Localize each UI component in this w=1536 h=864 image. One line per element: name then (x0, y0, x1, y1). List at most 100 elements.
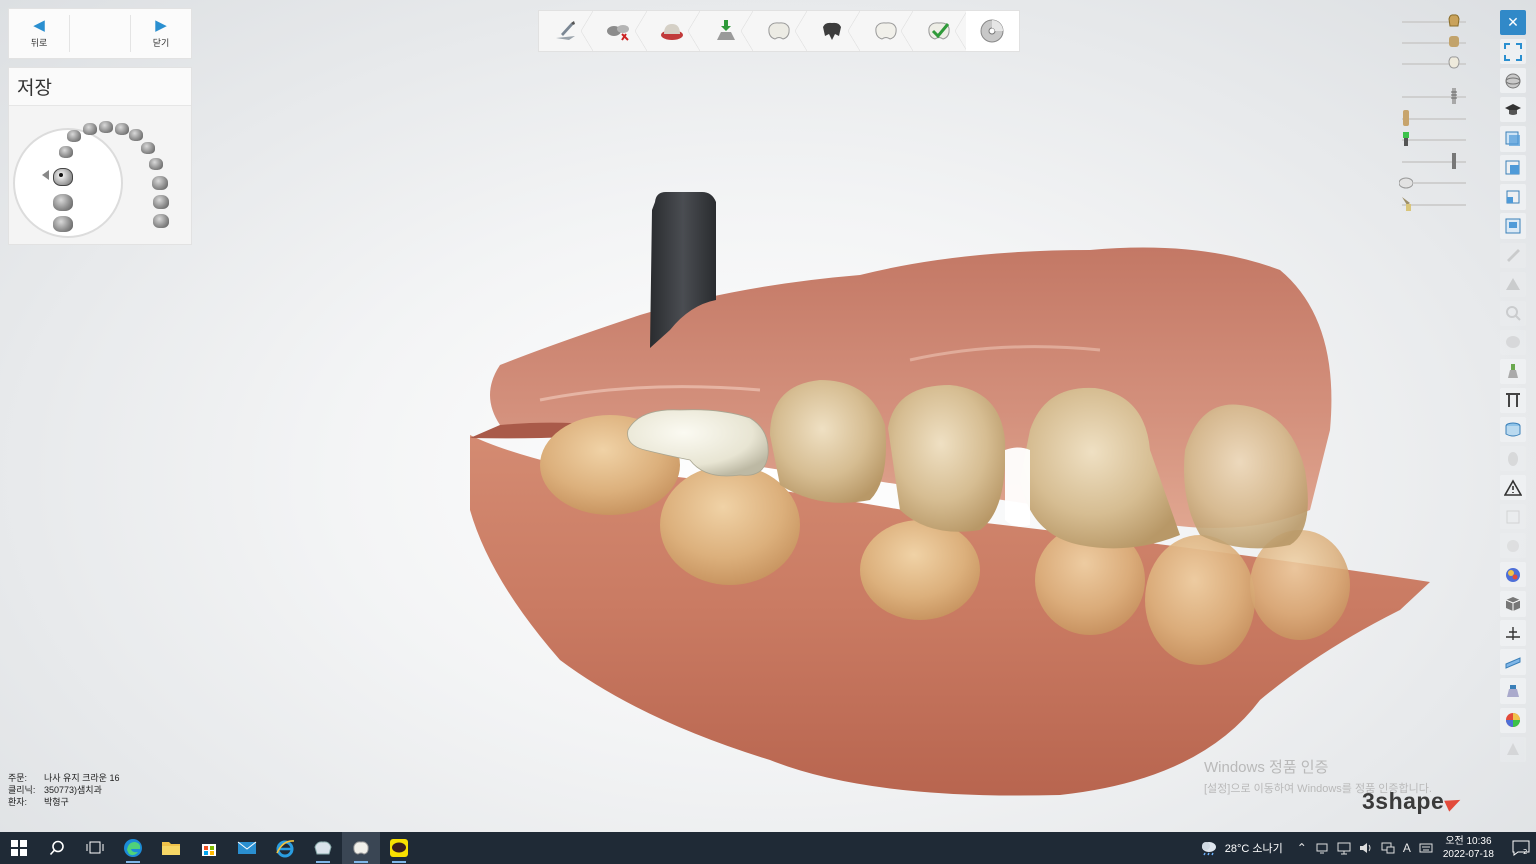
notification-icon: 2 (1512, 840, 1530, 856)
notification-button[interactable]: 2 (1506, 840, 1536, 856)
upper-tooth (888, 385, 1006, 532)
wired-network-icon[interactable] (1381, 841, 1395, 855)
preparation-icon (661, 24, 684, 40)
workflow-step-margin[interactable] (539, 11, 594, 51)
taskbar-store[interactable] (190, 832, 228, 864)
jaw-tooth[interactable] (53, 216, 73, 232)
workflow-step-die[interactable] (592, 11, 647, 51)
chevron-up-icon[interactable]: ⌃ (1297, 841, 1307, 855)
section-button[interactable] (1500, 387, 1526, 414)
tool-faded-8-icon (1507, 743, 1519, 756)
clock[interactable]: 오전 10:36 2022-07-18 (1443, 835, 1494, 861)
tool-faded-2-button[interactable] (1500, 271, 1526, 297)
start-button[interactable] (0, 832, 38, 864)
fullscreen-button[interactable] (1500, 39, 1526, 65)
tool-faded-5-button[interactable] (1500, 445, 1526, 472)
taskbar-3shape-dental-system[interactable] (304, 832, 342, 864)
colour-wheel-button[interactable] (1500, 707, 1526, 733)
workflow-step-check[interactable] (912, 11, 967, 51)
close-icon: ✕ (1507, 14, 1519, 31)
jaw-tooth[interactable] (153, 195, 169, 209)
visibility-slider[interactable] (1398, 56, 1470, 71)
jaw-tooth[interactable] (67, 130, 81, 142)
view-back-button[interactable] (1500, 184, 1526, 210)
taskbar-kakaotalk[interactable] (380, 832, 418, 864)
ruler-button[interactable] (1500, 649, 1526, 675)
keyboard-layout-icon[interactable] (1419, 841, 1433, 855)
scanner-button[interactable] (1500, 678, 1526, 704)
taskbar-3shape-designer[interactable] (342, 832, 380, 864)
abutment-icon (1508, 364, 1518, 379)
view-top-button[interactable] (1500, 213, 1526, 239)
workflow-step-coping[interactable] (806, 11, 861, 51)
ime-indicator[interactable]: A (1403, 841, 1411, 855)
weather-widget[interactable]: 28°C 소나기 (1199, 840, 1283, 856)
taskbar-edge[interactable] (114, 832, 152, 864)
cube-button[interactable] (1500, 591, 1526, 617)
close-button[interactable]: ▶ 닫기 (131, 9, 191, 58)
nav-panel: ◀ 뒤로 ▶ 닫기 (8, 8, 192, 59)
tool-faded-6-button[interactable] (1500, 504, 1526, 530)
tool-faded-3-icon (1506, 306, 1521, 321)
colour-map-icon (1506, 567, 1520, 582)
jaw-tooth[interactable] (129, 129, 143, 141)
taskbar-file-explorer[interactable] (152, 832, 190, 864)
visibility-slider[interactable] (1398, 110, 1470, 126)
jaw-tooth[interactable] (149, 158, 163, 170)
network-adapter-icon[interactable] (1315, 841, 1329, 855)
tool-faded-4-button[interactable] (1500, 329, 1526, 355)
jaw-tooth[interactable] (152, 176, 168, 190)
jaw-tooth[interactable] (53, 194, 73, 211)
jaw-overview[interactable] (9, 106, 191, 244)
3d-viewport[interactable] (440, 180, 1450, 810)
jaw-tooth[interactable] (83, 123, 97, 135)
ruler-icon (1505, 657, 1521, 669)
tool-faded-8-button[interactable] (1500, 736, 1526, 762)
tool-faded-1-button[interactable] (1500, 242, 1526, 268)
graduation-cap-button[interactable] (1500, 97, 1526, 123)
view-front-icon (1505, 131, 1520, 146)
visibility-slider[interactable] (1398, 132, 1470, 147)
back-button[interactable]: ◀ 뒤로 (9, 9, 69, 58)
info-clinic: 클리닉: 350773)샘치과 (8, 785, 102, 795)
workflow-step-preparation[interactable] (646, 11, 701, 51)
close-view-button[interactable]: ✕ (1500, 10, 1526, 36)
workflow-step-sculpt[interactable] (859, 11, 914, 51)
jaw-tooth[interactable] (141, 142, 155, 154)
tool-faded-7-button[interactable] (1500, 533, 1526, 559)
warning-button[interactable] (1500, 475, 1526, 501)
display-icon[interactable] (1337, 841, 1351, 855)
windows-logo-icon (11, 840, 27, 856)
fullscreen-icon (1504, 42, 1522, 61)
jaw-tooth[interactable] (115, 123, 129, 135)
workflow-step-insertion[interactable] (699, 11, 754, 51)
view-front-button[interactable] (1500, 126, 1526, 152)
tool-faded-3-button[interactable] (1500, 300, 1526, 326)
measure-button[interactable] (1500, 620, 1526, 646)
panel-title: 저장 (9, 68, 191, 106)
workflow-step-anatomy[interactable] (752, 11, 807, 51)
jaw-tooth[interactable] (59, 146, 73, 158)
visibility-slider[interactable] (1398, 88, 1470, 104)
taskbar-mail[interactable] (228, 832, 266, 864)
jaw-tooth[interactable] (99, 121, 113, 133)
jaw-tooth[interactable] (153, 214, 169, 228)
prep-die-icon (1448, 36, 1459, 47)
search-button[interactable] (38, 832, 76, 864)
logo-triangle-icon (1444, 794, 1464, 812)
visibility-slider[interactable] (1398, 36, 1470, 50)
view-side-button[interactable] (1500, 155, 1526, 181)
workflow-step-save[interactable] (965, 11, 1019, 51)
abutment-button[interactable] (1500, 358, 1526, 385)
colour-map-button[interactable] (1500, 562, 1526, 588)
kakaotalk-icon (390, 839, 408, 857)
back-label: 뒤로 (30, 38, 48, 48)
view-sphere-button[interactable] (1500, 68, 1526, 94)
cylinder-button[interactable] (1500, 416, 1526, 443)
jaw-tooth-selected[interactable] (53, 168, 73, 186)
task-view-button[interactable] (76, 832, 114, 864)
visibility-slider[interactable] (1398, 153, 1470, 169)
volume-icon[interactable] (1359, 841, 1373, 855)
taskbar-ie[interactable] (266, 832, 304, 864)
visibility-slider[interactable] (1398, 14, 1470, 29)
